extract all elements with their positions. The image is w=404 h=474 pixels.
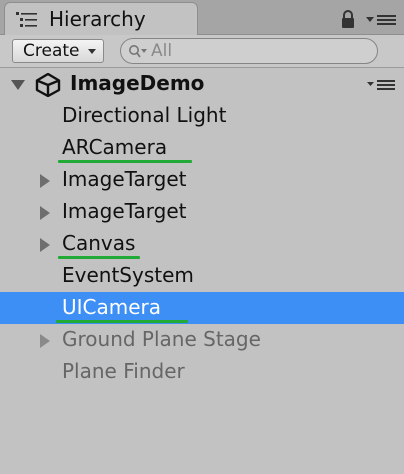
expand-arrow-down-icon[interactable]	[11, 80, 25, 90]
hierarchy-list-icon	[16, 12, 37, 27]
annotation-underline	[56, 320, 188, 323]
item-label: EventSystem	[62, 263, 194, 287]
panel-menu-icon[interactable]	[364, 12, 398, 28]
hierarchy-item-eventsystem[interactable]: EventSystem	[0, 260, 404, 292]
item-label: Ground Plane Stage	[62, 327, 261, 351]
expand-arrow-right-icon[interactable]	[40, 174, 50, 188]
item-label: ARCamera	[62, 135, 168, 159]
scene-row[interactable]: ImageDemo	[0, 68, 404, 100]
unity-logo-icon	[35, 73, 61, 97]
item-label: ImageTarget	[62, 167, 187, 191]
tab-bar: Hierarchy	[0, 0, 404, 35]
hierarchy-item-imagetarget[interactable]: ImageTarget	[0, 164, 404, 196]
item-label: Directional Light	[62, 103, 227, 127]
hierarchy-toolbar: Create	[0, 35, 404, 68]
hierarchy-item-directional-light[interactable]: Directional Light	[0, 100, 404, 132]
create-button-label: Create	[23, 41, 80, 61]
hierarchy-item-uicamera[interactable]: UICamera	[0, 292, 404, 324]
hierarchy-item-ground-plane-stage[interactable]: Ground Plane Stage	[0, 324, 404, 356]
search-icon[interactable]	[128, 44, 150, 60]
chevron-down-icon	[88, 49, 96, 54]
expand-arrow-right-icon[interactable]	[40, 238, 50, 252]
scene-name: ImageDemo	[70, 71, 205, 95]
hierarchy-item-canvas[interactable]: Canvas	[0, 228, 404, 260]
item-label: ImageTarget	[62, 199, 187, 223]
tab-title: Hierarchy	[49, 7, 146, 31]
search-input[interactable]	[151, 39, 351, 63]
hierarchy-item-arcamera[interactable]: ARCamera	[0, 132, 404, 164]
hierarchy-item-plane-finder[interactable]: Plane Finder	[0, 356, 404, 388]
item-label: Plane Finder	[62, 359, 185, 383]
search-field[interactable]	[120, 38, 378, 64]
scene-menu-icon[interactable]	[366, 79, 396, 91]
tab-hierarchy[interactable]: Hierarchy	[4, 2, 198, 35]
expand-arrow-right-icon[interactable]	[40, 206, 50, 220]
lock-icon[interactable]	[340, 9, 356, 29]
hierarchy-item-imagetarget[interactable]: ImageTarget	[0, 196, 404, 228]
annotation-underline	[58, 256, 140, 259]
create-button[interactable]: Create	[12, 39, 104, 63]
annotation-underline	[58, 160, 192, 163]
expand-arrow-right-icon[interactable]	[40, 334, 50, 348]
item-label: UICamera	[62, 295, 162, 319]
item-label: Canvas	[62, 231, 136, 255]
